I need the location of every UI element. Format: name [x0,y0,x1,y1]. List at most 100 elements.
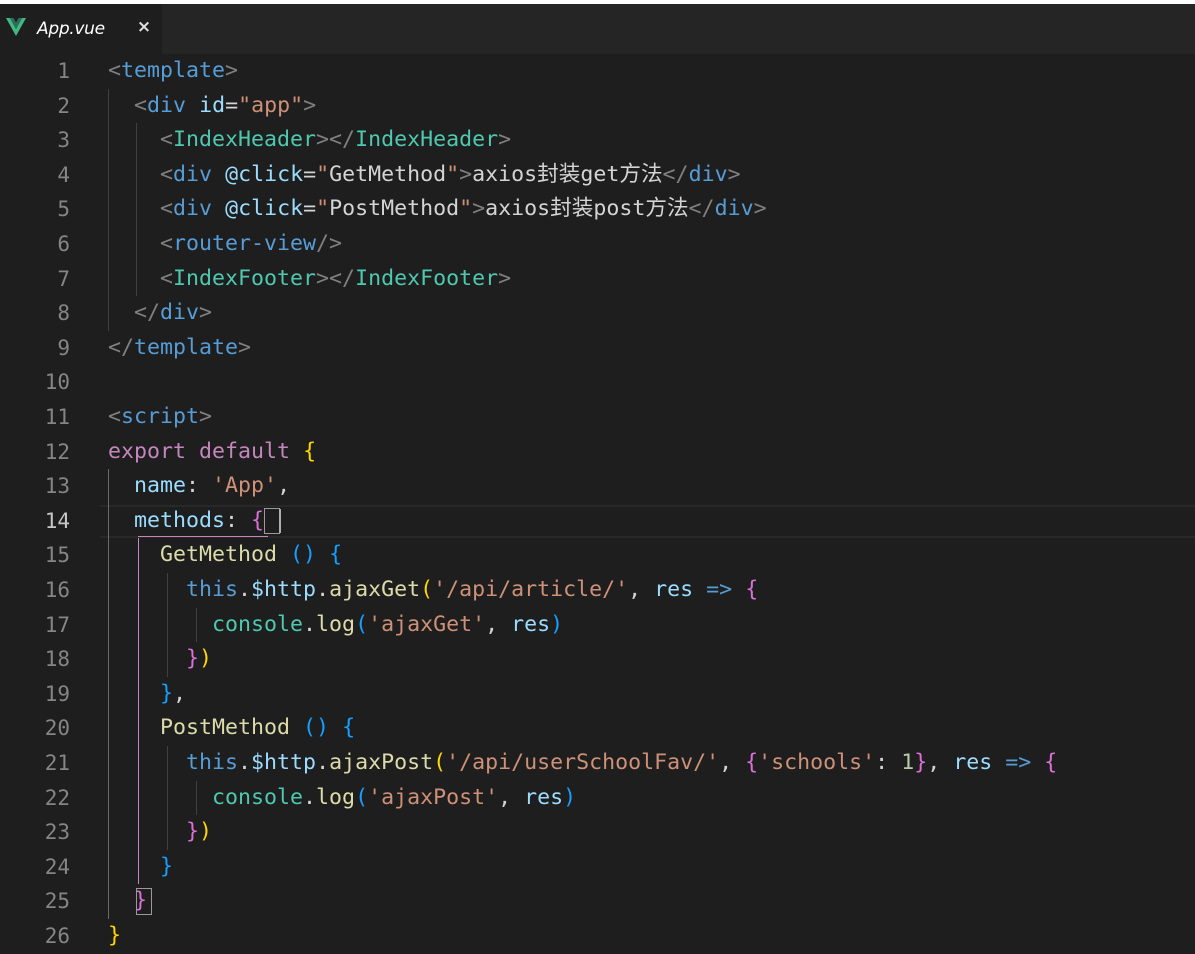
code-text: console.log('ajaxPost', res) [108,781,576,816]
code-token: ></ [316,265,356,291]
code-text: export default { [108,435,316,470]
code-token: < [108,404,122,429]
code-token: . [303,611,317,637]
code-line[interactable]: 17 console.log('ajaxGet', res) [0,608,1195,643]
code-line[interactable]: 7 <IndexFooter></IndexFooter> [0,262,1195,297]
code-line[interactable]: 24 } [0,850,1195,885]
code-token: '/api/article/' [433,577,629,602]
code-token: < [134,92,148,118]
code-editor[interactable]: 1 <template> 2 <div id="app"> 3 <IndexHeade… [0,54,1195,948]
line-number: 17 [44,612,70,637]
code-line[interactable]: 8 </div> [0,296,1195,331]
line-number: 1 [57,59,70,83]
code-token: PostMethod [329,196,460,222]
code-token: axios封装post方法 [485,196,689,222]
code-token: > [472,196,486,222]
code-token: router-view [173,231,317,256]
code-token: PostMethod [160,715,291,741]
code-token: IndexFooter [355,265,499,291]
code-token: > [753,196,767,222]
code-line[interactable]: 20 PostMethod () { [0,711,1195,746]
code-token: 'schools' [758,750,876,775]
code-line[interactable]: 15 GetMethod () { [0,538,1195,573]
code-text: } [108,884,147,919]
code-token: export [108,438,187,464]
code-line[interactable]: 16 this.$http.ajaxGet('/api/article/', r… [0,573,1195,608]
code-token: 'ajaxPost' [368,784,499,810]
code-line[interactable]: 6 <router-view/> [0,227,1195,262]
code-token: } [160,680,174,706]
code-line[interactable]: 21 this.$http.ajaxPost('/api/userSchoolF… [0,746,1195,781]
code-line[interactable]: 14 methods: { [0,504,1195,539]
code-line[interactable]: 5 <div @click="PostMethod">axios封装post方法… [0,192,1195,227]
code-token: . [303,784,317,810]
code-token: : [186,473,213,499]
code-line[interactable]: 9 </template> [0,331,1195,366]
code-token: ( [355,784,369,810]
code-text: }, [108,677,186,712]
line-number: 13 [44,474,70,499]
code-token: < [160,196,174,222]
code-token: console [212,611,304,637]
code-token: > [459,161,473,187]
close-icon[interactable]: × [134,17,154,37]
code-token: } [186,646,200,672]
code-token: . [316,750,330,775]
code-text: console.log('ajaxGet', res) [108,608,563,643]
code-token: ) [563,784,577,810]
code-token: () [290,542,317,568]
code-line[interactable]: 2 <div id="app"> [0,89,1195,124]
code-token: , [719,750,746,775]
line-number: 3 [57,128,70,153]
code-token: </ [134,300,161,326]
code-token: ( [433,750,447,775]
code-line[interactable]: 11 <script> [0,400,1195,435]
code-token: log [316,784,356,810]
code-token: = [303,196,317,222]
code-line[interactable]: 23 }) [0,815,1195,850]
code-token: div [173,161,213,187]
code-token: div [714,196,754,222]
code-line[interactable]: 3 <IndexHeader></IndexHeader> [0,123,1195,158]
code-line[interactable]: 12 export default { [0,435,1195,470]
code-line[interactable]: 26} [0,919,1195,954]
code-token: GetMethod [160,542,278,568]
code-token: /> [316,231,343,256]
code-line[interactable]: 1 <template> [0,54,1195,89]
code-line[interactable]: 13 name: 'App', [0,469,1195,504]
code-text: <IndexHeader></IndexHeader> [108,123,511,158]
code-token: console [212,784,304,810]
code-token: ></ [316,127,356,153]
tab-app-vue[interactable]: App.vue × [0,4,162,54]
code-token: IndexFooter [173,265,317,291]
code-text: }) [108,815,212,850]
code-line[interactable]: 19 }, [0,677,1195,712]
code-token: { [1044,750,1058,775]
line-number: 6 [57,232,70,256]
line-number: 19 [44,681,70,706]
code-token: script [121,404,200,429]
line-number: 11 [44,405,70,429]
code-token: , [173,680,187,706]
code-token: = [303,161,317,187]
code-line[interactable]: 4 <div @click="GetMethod">axios封装get方法</… [0,158,1195,193]
code-line[interactable]: 22 console.log('ajaxPost', res) [0,781,1195,816]
line-number: 20 [44,716,70,741]
code-line[interactable]: 25 } [0,884,1195,919]
code-text: <div @click="PostMethod">axios封装post方法</… [108,192,767,227]
code-line[interactable]: 18 }) [0,642,1195,677]
code-text: name: 'App', [108,469,290,504]
code-line[interactable]: 10 [0,365,1195,400]
code-token: { [745,750,759,775]
code-token: @click [225,196,304,222]
code-token: , [485,611,512,637]
tab-bar: App.vue × [0,4,1195,54]
code-token: " [316,161,330,187]
vue-icon [6,18,26,36]
